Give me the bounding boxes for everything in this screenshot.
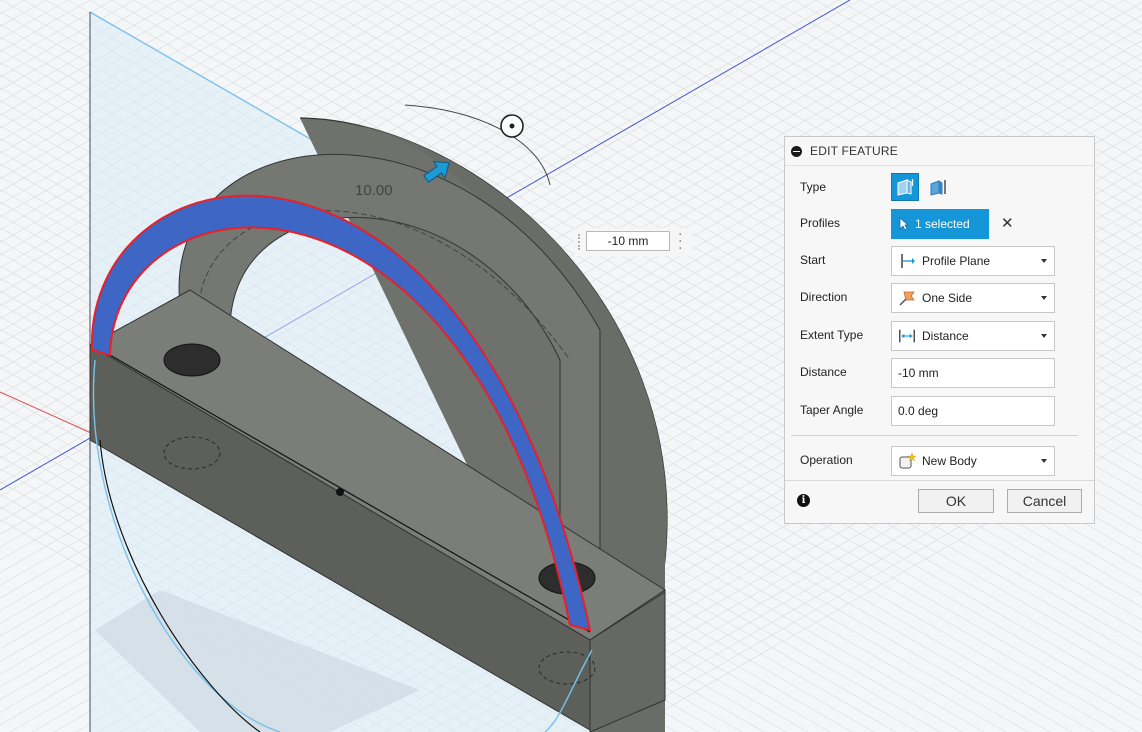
inline-distance-input[interactable] (586, 231, 670, 251)
row-direction: Direction One Side (785, 281, 1094, 313)
chevron-down-icon (1041, 296, 1047, 300)
direction-dropdown[interactable]: One Side (891, 283, 1055, 313)
more-options-icon[interactable]: · · · (678, 228, 682, 256)
direction-label: Direction (800, 290, 848, 304)
panel-header[interactable]: EDIT FEATURE (785, 137, 1094, 166)
row-start: Start Profile Plane (785, 244, 1094, 276)
type-label: Type (800, 180, 827, 194)
extrude-thin-button[interactable] (925, 173, 953, 201)
profiles-value: 1 selected (915, 217, 970, 231)
edit-feature-panel: EDIT FEATURE Type Profiles 1 selected ✕ … (784, 136, 1095, 524)
chevron-down-icon (1041, 334, 1047, 338)
hole-left (163, 343, 221, 377)
extrude-solid-button[interactable] (891, 173, 919, 201)
start-value: Profile Plane (922, 254, 991, 268)
taper-angle-input[interactable] (891, 396, 1055, 426)
ok-button[interactable]: OK (918, 489, 994, 513)
collapse-icon[interactable] (791, 145, 802, 157)
panel-title: EDIT FEATURE (810, 144, 898, 158)
dimension-label: 10.00 (355, 182, 393, 199)
taper-handle-icon[interactable] (500, 114, 524, 138)
distance-icon (898, 327, 916, 345)
row-distance: Distance (785, 356, 1094, 388)
new-body-icon (898, 452, 916, 470)
drag-grip[interactable] (578, 234, 582, 250)
close-icon[interactable]: ✕ (1001, 214, 1014, 232)
cursor-pointer-icon (899, 217, 909, 231)
start-dropdown[interactable]: Profile Plane (891, 246, 1055, 276)
row-taper-angle: Taper Angle (785, 394, 1094, 426)
operation-value: New Body (922, 454, 977, 468)
start-label: Start (800, 253, 826, 267)
inline-distance-box[interactable]: ··· (574, 228, 692, 256)
row-type: Type (785, 171, 1094, 203)
profiles-label: Profiles (800, 216, 841, 230)
profile-plane-icon (898, 252, 916, 270)
section-divider (791, 435, 1078, 436)
direction-value: One Side (922, 291, 973, 305)
panel-footer: i OK Cancel (785, 480, 1094, 523)
profiles-selection-button[interactable]: 1 selected (891, 209, 989, 239)
row-extent-type: Extent Type Distance (785, 319, 1094, 351)
chevron-down-icon (1041, 259, 1047, 263)
operation-dropdown[interactable]: New Body (891, 446, 1055, 476)
cancel-button[interactable]: Cancel (1007, 489, 1082, 513)
chevron-down-icon (1041, 459, 1047, 463)
extrude-thin-icon (930, 180, 946, 196)
extent-type-label: Extent Type (800, 328, 864, 342)
row-operation: Operation New Body (785, 444, 1094, 476)
info-icon[interactable]: i (797, 494, 810, 507)
row-profiles: Profiles 1 selected ✕ (785, 207, 1094, 239)
midpoint (336, 488, 344, 496)
extent-type-value: Distance (922, 329, 969, 343)
operation-label: Operation (800, 453, 853, 467)
distance-label: Distance (800, 365, 847, 379)
one-side-icon (898, 289, 916, 307)
distance-input[interactable] (891, 358, 1055, 388)
extrude-solid-icon (897, 179, 914, 196)
extent-type-dropdown[interactable]: Distance (891, 321, 1055, 351)
taper-angle-label: Taper Angle (800, 403, 864, 417)
